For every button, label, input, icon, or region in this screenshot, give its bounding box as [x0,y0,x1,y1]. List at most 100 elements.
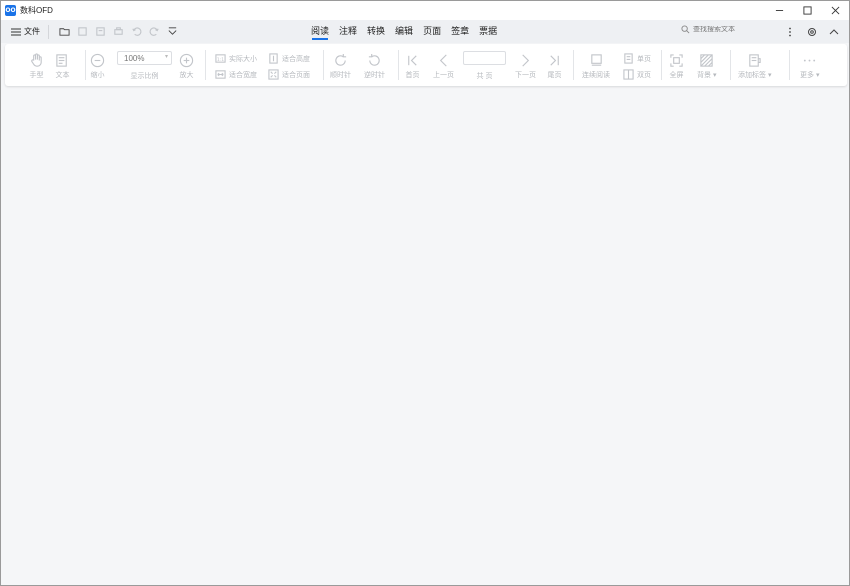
ribbon-tabs: 阅读 注释 转换 编辑 页面 签章 票据 [306,20,502,43]
minimize-icon [775,10,783,11]
page-number-input[interactable] [463,51,506,65]
previous-page-button[interactable]: 上一页 [433,53,454,80]
zoom-level-label: 显示比例 [130,73,159,80]
next-page-label: 下一页 [515,72,536,79]
tab-invoice[interactable]: 票据 [474,20,502,43]
continuous-reading-label: 连续阅读 [582,72,610,79]
tab-convert[interactable]: 转换 [362,20,390,43]
zoom-level-value: 100% [124,53,145,63]
search-box [681,25,793,34]
ribbon-toolbar: 手型 文本 缩小 100% ▾ 显示比例 放大 1:1 实际大小 适合宽度 适合… [5,44,847,86]
tab-sign[interactable]: 签章 [446,20,474,43]
rotate-clockwise-button[interactable]: 顺时针 [330,53,351,80]
zoom-level-select[interactable]: 100% ▾ [117,51,172,65]
file-menu-label: 文件 [24,27,40,36]
folder-open-icon [58,28,70,36]
search-input[interactable] [693,26,793,33]
first-page-button[interactable]: 首页 [405,53,420,80]
app-logo-icon: OO [5,5,16,16]
chevron-right-icon [522,54,530,67]
redo-button[interactable] [145,23,163,41]
single-page-icon [624,53,633,64]
divider [730,50,731,80]
save-button[interactable] [73,23,91,41]
undo-button[interactable] [127,23,145,41]
last-page-icon [550,55,559,66]
rotate-clockwise-label: 顺时针 [330,72,351,79]
previous-page-label: 上一页 [433,72,454,79]
close-button[interactable] [821,1,849,20]
fullscreen-label: 全屏 [669,72,684,79]
rotate-counterclockwise-label: 逆时针 [364,72,385,79]
next-page-button[interactable]: 下一页 [515,53,536,80]
two-page-icon [623,69,634,80]
two-page-button[interactable]: 双页 [623,69,651,80]
save-icon [77,27,87,36]
add-bookmark-label: 添加标签 ▾ [738,72,772,79]
text-select-icon [56,54,67,67]
zoom-in-button[interactable]: 放大 [179,53,194,80]
zoom-out-label: 缩小 [90,72,105,79]
add-bookmark-button[interactable]: 添加标签 ▾ [738,53,771,80]
fit-width-icon [215,70,226,79]
file-menu-button[interactable]: 文件 [9,23,42,41]
tab-page[interactable]: 页面 [418,20,446,43]
zoom-out-button[interactable]: 缩小 [90,53,105,80]
rotate-cw-icon [335,53,347,66]
fit-page-icon [268,69,279,80]
open-button[interactable] [55,23,73,41]
fit-height-button[interactable]: 适合高度 [268,53,310,64]
fit-page-button[interactable]: 适合页面 [268,69,310,80]
single-page-label: 单页 [637,55,651,63]
settings-button[interactable] [803,23,821,41]
chevron-left-icon [439,54,447,67]
chevron-down-icon: ▾ [164,54,168,60]
text-select-button[interactable]: 文本 [55,53,70,80]
fit-page-label: 适合页面 [282,71,310,79]
background-button[interactable]: 背景 ▾ [697,53,716,80]
actual-size-button[interactable]: 1:1 实际大小 [215,53,257,64]
continuous-reading-icon [590,54,602,66]
maximize-button[interactable] [793,1,821,20]
tab-edit[interactable]: 编辑 [390,20,418,43]
gear-icon [808,28,816,36]
save-as-button[interactable] [91,23,109,41]
zoom-out-icon [90,53,105,68]
app-window: OO 数科OFD 文件 阅读 注释 转换 编辑 页面 签章 票据 查找搜索文本 … [0,0,850,586]
more-button[interactable]: 更多 ▾ [800,53,819,80]
tab-read[interactable]: 阅读 [306,20,334,43]
fullscreen-icon [670,54,683,67]
bookmark-icon [749,54,761,67]
last-page-button[interactable]: 尾页 [547,53,562,80]
hand-tool-button[interactable]: 手型 [29,53,44,80]
tab-annotate[interactable]: 注释 [334,20,362,43]
document-canvas[interactable] [1,89,849,585]
page-count-label: 共 页 [476,73,493,80]
single-page-button[interactable]: 单页 [623,53,651,64]
more-label: 更多 ▾ [800,72,820,79]
app-title: 数科OFD [20,6,53,15]
customize-toolbar-button[interactable] [163,23,181,41]
maximize-icon [802,6,812,15]
zoom-in-icon [179,53,194,68]
text-select-label: 文本 [55,72,70,79]
fit-width-label: 适合宽度 [229,71,257,79]
fit-width-button[interactable]: 适合宽度 [215,69,257,80]
menubar-right-icons [781,23,843,41]
minimize-button[interactable] [765,1,793,20]
actual-size-icon: 1:1 [215,54,226,63]
continuous-reading-button[interactable]: 连续阅读 [582,53,610,80]
more-options-button[interactable] [781,23,799,41]
divider [48,24,49,39]
fullscreen-button[interactable]: 全屏 [669,53,684,80]
svg-text:1:1: 1:1 [217,57,224,63]
divider [789,50,790,80]
print-button[interactable] [109,23,127,41]
fit-height-label: 适合高度 [282,55,310,63]
more-dots-icon [804,59,816,62]
collapse-ribbon-button[interactable] [825,23,843,41]
divider [573,50,574,80]
rotate-counterclockwise-button[interactable]: 逆时针 [364,53,385,80]
rotate-ccw-icon [368,53,380,66]
divider [85,50,86,80]
